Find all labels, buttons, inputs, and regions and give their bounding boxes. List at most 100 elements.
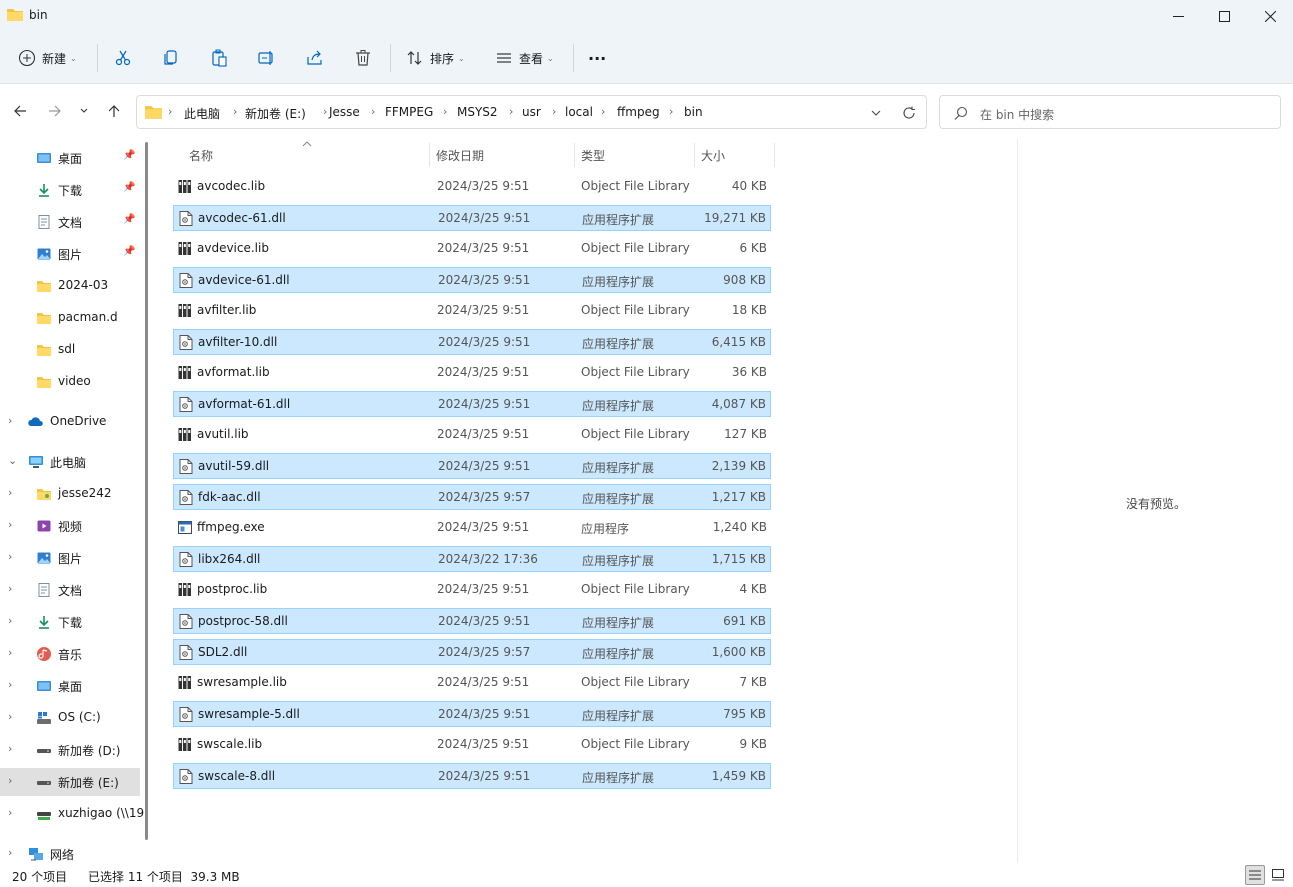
- new-button[interactable]: 新建 ⌄: [18, 42, 77, 74]
- nav-pc-item[interactable]: › 视频: [0, 512, 140, 540]
- nav-quick-item[interactable]: sdl: [0, 336, 140, 364]
- chevron-right-icon[interactable]: ›: [8, 678, 12, 691]
- breadcrumb-item[interactable]: Jesse: [329, 105, 360, 119]
- forward-button[interactable]: [45, 101, 65, 121]
- chevron-right-icon[interactable]: ›: [8, 646, 12, 659]
- column-divider[interactable]: [694, 143, 695, 167]
- nav-pc-item[interactable]: › 桌面: [0, 672, 140, 700]
- file-row[interactable]: SDL2.dll 2024/3/25 9:57 应用程序扩展 1,600 KB: [173, 639, 771, 665]
- maximize-button[interactable]: [1201, 0, 1247, 32]
- up-button[interactable]: [104, 101, 124, 121]
- nav-pc-item[interactable]: › 下载: [0, 608, 140, 636]
- breadcrumb-item[interactable]: 此电脑: [184, 105, 220, 122]
- breadcrumb-item[interactable]: bin: [684, 105, 703, 119]
- nav-quick-item[interactable]: 下载 📌: [0, 176, 140, 204]
- search-input[interactable]: 在 bin 中搜索: [939, 95, 1281, 129]
- nav-pc-item[interactable]: › 文档: [0, 576, 140, 604]
- nav-pc-item[interactable]: › 音乐: [0, 640, 140, 668]
- nav-quick-item[interactable]: 文档 📌: [0, 208, 140, 236]
- column-type[interactable]: 类型: [581, 147, 605, 164]
- nav-quick-item[interactable]: video: [0, 368, 140, 396]
- chevron-down-icon[interactable]: [871, 108, 881, 118]
- back-button[interactable]: [10, 101, 30, 121]
- view-button[interactable]: 查看 ⌄: [495, 42, 554, 74]
- chevron-right-icon[interactable]: ›: [8, 550, 12, 563]
- file-row[interactable]: postproc-58.dll 2024/3/25 9:51 应用程序扩展 691 K…: [173, 608, 771, 634]
- file-row[interactable]: swscale.lib 2024/3/25 9:51 Object File Lib…: [173, 732, 771, 758]
- file-row[interactable]: postproc.lib 2024/3/25 9:51 Object File Li…: [173, 577, 771, 603]
- breadcrumb-item[interactable]: usr: [522, 105, 541, 119]
- chevron-down-icon[interactable]: ⌄: [8, 454, 17, 467]
- file-size: 7 KB: [739, 675, 767, 689]
- chevron-right-icon[interactable]: ›: [8, 614, 12, 627]
- nav-pc-item[interactable]: › 图片: [0, 544, 140, 572]
- file-row[interactable]: avdevice.lib 2024/3/25 9:51 Object File Li…: [173, 236, 771, 262]
- file-row[interactable]: swresample-5.dll 2024/3/25 9:51 应用程序扩展 795 …: [173, 701, 771, 727]
- address-bar[interactable]: › 此电脑 › 新加卷 (E:) › Jesse › FFMPEG › MSYS…: [136, 95, 927, 129]
- minimize-button[interactable]: [1155, 0, 1201, 32]
- breadcrumb-item[interactable]: ffmpeg: [617, 105, 660, 119]
- file-row[interactable]: avdevice-61.dll 2024/3/25 9:51 应用程序扩展 908 K…: [173, 267, 771, 293]
- nav-pc-item[interactable]: › 新加卷 (D:): [0, 736, 140, 764]
- file-row[interactable]: avutil.lib 2024/3/25 9:51 Object File Libr…: [173, 422, 771, 448]
- column-name[interactable]: 名称: [189, 147, 213, 164]
- nav-pc-item[interactable]: › jesse242: [0, 480, 140, 508]
- chevron-right-icon[interactable]: ›: [8, 518, 12, 531]
- breadcrumb-item[interactable]: local: [565, 105, 593, 119]
- column-divider[interactable]: [774, 143, 775, 167]
- chevron-right-icon[interactable]: ›: [8, 710, 12, 723]
- delete-button[interactable]: [354, 42, 374, 74]
- file-type: 应用程序扩展: [582, 461, 655, 475]
- nav-pc-item[interactable]: › OS (C:): [0, 704, 140, 732]
- chevron-right-icon[interactable]: ›: [8, 582, 12, 595]
- large-icons-view-button[interactable]: [1268, 865, 1288, 885]
- chevron-right-icon[interactable]: ›: [8, 774, 12, 787]
- file-row[interactable]: avcodec-61.dll 2024/3/25 9:51 应用程序扩展 19,271…: [173, 205, 771, 231]
- file-row[interactable]: avfilter.lib 2024/3/25 9:51 Object File Li…: [173, 298, 771, 324]
- nav-pc-item[interactable]: › xuzhigao (\\19: [0, 800, 144, 828]
- nav-quick-item[interactable]: 图片 📌: [0, 240, 140, 268]
- copy-button[interactable]: [162, 42, 182, 74]
- nav-quick-item[interactable]: pacman.d: [0, 304, 140, 332]
- share-button[interactable]: [306, 42, 326, 74]
- column-size[interactable]: 大小: [701, 147, 725, 164]
- nav-pc-item[interactable]: › 新加卷 (E:): [0, 768, 140, 796]
- recent-locations-button[interactable]: [76, 101, 92, 121]
- nav-onedrive[interactable]: › OneDrive: [0, 408, 140, 436]
- nav-quick-item[interactable]: 2024-03: [0, 272, 140, 300]
- file-row[interactable]: avfilter-10.dll 2024/3/25 9:51 应用程序扩展 6,415…: [173, 329, 771, 355]
- more-button[interactable]: ···: [588, 42, 610, 74]
- nav-this-pc[interactable]: ⌄ 此电脑: [0, 448, 140, 476]
- nav-network[interactable]: › 网络: [0, 840, 140, 863]
- breadcrumb-item[interactable]: FFMPEG: [385, 105, 433, 119]
- rename-button[interactable]: [258, 42, 278, 74]
- file-row[interactable]: avformat.lib 2024/3/25 9:51 Object File Li…: [173, 360, 771, 386]
- chevron-right-icon[interactable]: ›: [8, 742, 12, 755]
- nav-scrollbar[interactable]: [145, 142, 148, 840]
- breadcrumb-item[interactable]: MSYS2: [457, 105, 498, 119]
- column-date[interactable]: 修改日期: [436, 147, 484, 164]
- nav-quick-item[interactable]: 桌面 📌: [0, 144, 140, 172]
- chevron-right-icon[interactable]: ›: [8, 846, 12, 859]
- chevron-right-icon[interactable]: ›: [8, 414, 12, 427]
- file-row[interactable]: avutil-59.dll 2024/3/25 9:51 应用程序扩展 2,139 K…: [173, 453, 771, 479]
- file-row[interactable]: avformat-61.dll 2024/3/25 9:51 应用程序扩展 4,087…: [173, 391, 771, 417]
- paste-button[interactable]: [210, 42, 230, 74]
- close-button[interactable]: [1247, 0, 1293, 32]
- breadcrumb-item[interactable]: 新加卷 (E:): [245, 105, 306, 122]
- column-divider[interactable]: [429, 143, 430, 167]
- refresh-icon[interactable]: [902, 106, 916, 120]
- file-row[interactable]: fdk-aac.dll 2024/3/25 9:57 应用程序扩展 1,217 KB: [173, 484, 771, 510]
- details-view-button[interactable]: [1245, 865, 1265, 885]
- file-row[interactable]: swresample.lib 2024/3/25 9:51 Object File …: [173, 670, 771, 696]
- file-row[interactable]: libx264.dll 2024/3/22 17:36 应用程序扩展 1,715 KB: [173, 546, 771, 572]
- file-row[interactable]: swscale-8.dll 2024/3/25 9:51 应用程序扩展 1,459 K…: [173, 763, 771, 789]
- cut-button[interactable]: [114, 42, 134, 74]
- new-label: 新建: [42, 51, 67, 66]
- column-divider[interactable]: [574, 143, 575, 167]
- chevron-right-icon[interactable]: ›: [8, 486, 12, 499]
- file-row[interactable]: avcodec.lib 2024/3/25 9:51 Object File Lib…: [173, 174, 771, 200]
- file-row[interactable]: ffmpeg.exe 2024/3/25 9:51 应用程序 1,240 KB: [173, 515, 771, 541]
- chevron-right-icon[interactable]: ›: [8, 806, 12, 819]
- sort-button[interactable]: 排序 ⌄: [406, 42, 465, 74]
